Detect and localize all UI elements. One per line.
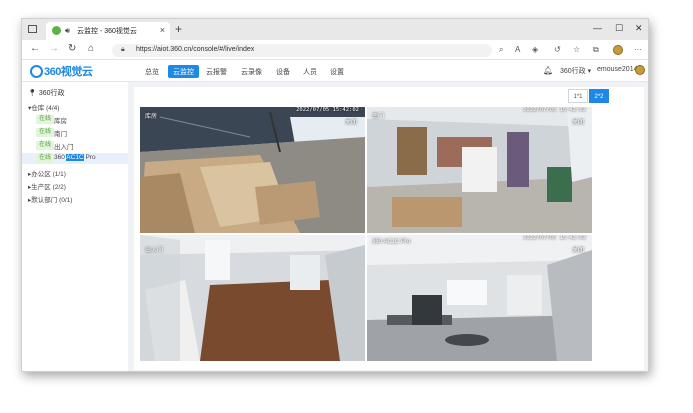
back-icon[interactable]: ← [30,43,40,54]
office-video-frame [367,235,592,361]
org-root-label: 360行政 [38,90,65,97]
brand-logo[interactable]: 360视觉云 [30,64,93,78]
feed-label: 360 AC1C Pro [372,239,411,245]
camera-name: 出入门 [54,144,74,151]
extension-icon[interactable]: ↺ [554,45,561,54]
online-badge: 在线 [36,154,55,163]
warehouse-video-frame [140,107,365,233]
menu-devices[interactable]: 设备 [271,65,295,78]
org-selector[interactable]: 360行政 ▾ [560,66,591,76]
device-tree-sidebar: 📍︎ 360行政 ▾仓库 (4/4) 在线 库房 在线 南门 在线 出入门 在线… [22,82,128,371]
feed-timestamp: 2022/07/05 15:42:02 [296,107,359,113]
favicon-icon [52,26,61,35]
address-bar-row: ← → ↻ ⌂ 🔒︎ https://aiot.360.cn/console/#… [22,40,648,60]
tracking-icon[interactable]: ◈ [532,45,538,54]
menu-cloud-alarm[interactable]: 云报警 [201,65,232,78]
browser-window: 🔊︎ 云监控 - 360视觉云 × + — ☐ ✕ ← → ↻ ⌂ 🔒︎ htt… [21,18,649,372]
video-feed[interactable]: 出入门 [140,235,365,361]
tree-camera-item[interactable]: 在线 南门 [22,127,128,138]
profile-avatar[interactable] [613,45,623,55]
menu-settings[interactable]: 设置 [325,65,349,78]
tree-camera-item[interactable]: 在线 库房 [22,114,128,125]
online-badge: 在线 [36,128,55,137]
tree-group-office[interactable]: ▸办公区 (1/1) [28,168,66,178]
camera-name: 360 AC1C Pro [54,154,96,161]
new-tab-button[interactable]: + [175,22,182,36]
feed-close-button[interactable]: 关闭 [572,117,584,126]
video-feed[interactable]: 库房 2022/07/05 15:42:02 关闭 [140,107,365,233]
feed-label: 出入门 [145,248,164,254]
feed-label: 库房 [145,114,158,120]
feed-label: 南门 [372,114,385,120]
menu-people[interactable]: 人员 [298,65,322,78]
logo-ring-icon [30,64,43,78]
minimize-icon[interactable]: — [593,23,602,33]
tree-group-default[interactable]: ▸默认部门 (0/1) [28,194,72,204]
url-field[interactable]: 🔒︎ https://aiot.360.cn/console/#/live/in… [112,44,492,57]
video-feed[interactable]: 360 AC1C Pro 2022/07/05 15:42:02 关闭 [367,235,592,361]
camera-name-suffix: Pro [83,154,96,161]
camera-name-prefix: 360 [54,154,67,161]
entrance-video-frame [140,235,365,361]
browser-tab[interactable]: 🔊︎ 云监控 - 360视觉云 × [46,22,170,40]
maximize-icon[interactable]: ☐ [615,23,623,34]
brand-name: 360视觉云 [44,66,93,78]
menu-overview[interactable]: 总览 [140,65,164,78]
online-badge: 在线 [36,115,55,124]
tree-camera-item-selected[interactable]: 在线 360 AC1C Pro [22,153,128,164]
lock-icon: 🔒︎ [121,46,125,53]
collections-icon[interactable]: ⧉ [593,45,599,55]
tree-group-warehouse[interactable]: ▾仓库 (4/4) [28,102,59,112]
tab-close-icon[interactable]: × [160,25,165,35]
camera-name: 南门 [54,131,67,138]
speaker-icon[interactable]: 🔊︎ [65,26,70,36]
tab-bar: 🔊︎ 云监控 - 360视觉云 × + — ☐ ✕ [22,19,648,40]
video-grid: 库房 2022/07/05 15:42:02 关闭 南门 2022/07/05 … [140,107,593,363]
tab-title: 云监控 - 360视觉云 [77,28,137,35]
tree-group-label: 仓库 (4/4) [31,105,60,112]
more-icon[interactable]: ··· [634,45,642,54]
feed-close-button[interactable]: 关闭 [345,117,357,126]
username[interactable]: emouse2014 [597,66,637,73]
user-avatar[interactable] [635,65,645,75]
tab-actions-icon[interactable] [28,25,37,33]
layout-1x1-button[interactable]: 1*1 [568,89,588,103]
menu-cloud-monitor[interactable]: 云监控 [168,65,199,78]
layout-2x2-button[interactable]: 2*2 [589,89,609,103]
tree-group-production[interactable]: ▸生产区 (2/2) [28,181,66,191]
video-feed[interactable]: 南门 2022/07/05 15:42:02 关闭 [367,107,592,233]
tree-camera-item[interactable]: 在线 出入门 [22,140,128,151]
feed-close-button[interactable]: 关闭 [572,245,584,254]
tree-group-label: 办公区 (1/1) [31,171,66,178]
search-highlight: AC1C [66,154,84,161]
notification-bell-icon[interactable]: 🔔︎ [543,66,553,75]
online-badge: 在线 [36,141,55,150]
search-icon[interactable]: ⌕ [499,45,503,55]
window-close-icon[interactable]: ✕ [635,23,643,34]
org-root[interactable]: 📍︎ 360行政 [28,88,65,98]
feed-timestamp: 2022/07/05 15:42:02 [523,235,586,241]
feed-timestamp: 2022/07/05 15:42:02 [523,107,586,113]
forward-icon[interactable]: → [49,43,59,54]
read-aloud-icon[interactable]: A [515,45,520,54]
live-view-panel: 1*1 2*2 库房 2022/07/05 15:42:02 关闭 南门 202… [134,87,644,370]
tree-group-label: 生产区 (2/2) [31,184,66,191]
app-header: 360视觉云 总览 云监控 云报警 云录像 设备 人员 设置 🔔︎ 360行政 … [22,60,648,82]
favorites-icon[interactable]: ☆ [573,45,580,54]
url-text: https://aiot.360.cn/console/#/live/index [136,46,255,53]
content-area: 📍︎ 360行政 ▾仓库 (4/4) 在线 库房 在线 南门 在线 出入门 在线… [22,82,648,371]
refresh-icon[interactable]: ↻ [68,43,76,54]
menu-cloud-recording[interactable]: 云录像 [236,65,267,78]
tree-group-label: 默认部门 (0/1) [31,197,73,204]
camera-name: 库房 [54,118,67,125]
location-pin-icon: 📍︎ [28,90,37,97]
home-icon[interactable]: ⌂ [88,43,94,54]
south-gate-video-frame [367,107,592,233]
